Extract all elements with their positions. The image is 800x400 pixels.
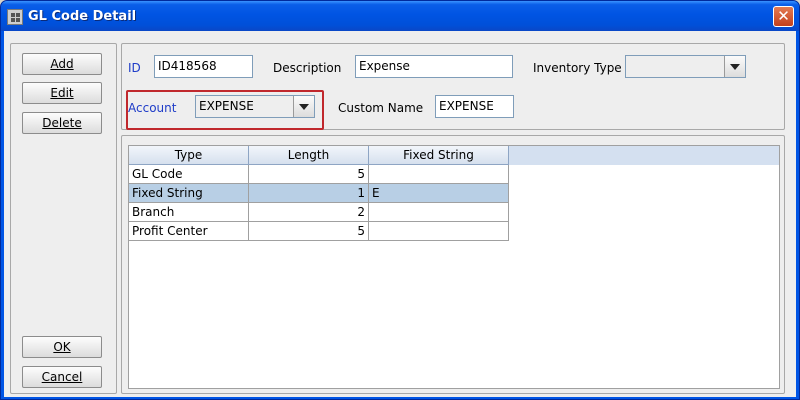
cell-length: 5 [249, 165, 369, 184]
description-label: Description [273, 61, 342, 75]
chevron-down-icon[interactable] [293, 96, 314, 117]
custom-name-label: Custom Name [338, 101, 424, 115]
window-title: GL Code Detail [28, 9, 137, 24]
cancel-button[interactable]: Cancel [22, 366, 102, 388]
dialog-client-area: Add Edit Delete OK Cancel ID ID418568 De… [4, 31, 796, 397]
custom-name-field[interactable]: EXPENSE [435, 95, 514, 118]
delete-button[interactable]: Delete [22, 112, 102, 134]
chevron-down-icon[interactable] [724, 56, 745, 77]
cell-type: Profit Center [129, 222, 249, 241]
inventory-type-label: Inventory Type [533, 61, 622, 75]
gl-code-form: ID ID418568 Description Expense Inventor… [121, 43, 785, 130]
close-icon: ✕ [777, 7, 790, 25]
column-header-length[interactable]: Length [249, 146, 369, 165]
account-label: Account [128, 101, 177, 115]
cell-fixed-string [369, 222, 509, 241]
table-header: Type Length Fixed String [129, 146, 779, 165]
action-button-panel: Add Edit Delete OK Cancel [10, 43, 117, 394]
id-field[interactable]: ID418568 [154, 55, 253, 78]
account-dropdown[interactable]: EXPENSE [195, 95, 315, 118]
table-row[interactable]: Fixed String 1 E [129, 184, 509, 203]
add-button[interactable]: Add [22, 53, 102, 75]
close-button[interactable]: ✕ [773, 6, 794, 27]
column-header-type[interactable]: Type [129, 146, 249, 165]
cell-type: Fixed String [129, 184, 249, 203]
segment-table-panel: Type Length Fixed String GL Code 5 Fixed… [121, 135, 785, 394]
gl-code-detail-window: GL Code Detail ✕ Add Edit Delete OK Canc… [0, 0, 800, 400]
cell-type: GL Code [129, 165, 249, 184]
edit-button-label: Edit [50, 86, 74, 100]
cell-length: 1 [249, 184, 369, 203]
account-value: EXPENSE [199, 99, 254, 113]
cell-type: Branch [129, 203, 249, 222]
cell-length: 2 [249, 203, 369, 222]
table-row[interactable]: GL Code 5 [129, 165, 509, 184]
inventory-type-dropdown[interactable] [625, 55, 746, 78]
id-label: ID [128, 61, 141, 75]
ok-button[interactable]: OK [22, 336, 102, 358]
cell-fixed-string: E [369, 184, 509, 203]
cell-fixed-string [369, 203, 509, 222]
description-field[interactable]: Expense [355, 55, 513, 78]
title-bar[interactable]: GL Code Detail ✕ [1, 1, 799, 31]
table-row[interactable]: Branch 2 [129, 203, 509, 222]
segment-table: Type Length Fixed String GL Code 5 Fixed… [128, 145, 780, 389]
cancel-button-label: Cancel [41, 370, 83, 384]
delete-button-label: Delete [42, 116, 82, 130]
cell-fixed-string [369, 165, 509, 184]
column-header-fixed-string[interactable]: Fixed String [369, 146, 509, 165]
window-icon [7, 9, 23, 25]
add-button-label: Add [50, 57, 74, 71]
cell-length: 5 [249, 222, 369, 241]
ok-button-label: OK [53, 340, 71, 354]
table-row[interactable]: Profit Center 5 [129, 222, 509, 241]
edit-button[interactable]: Edit [22, 82, 102, 104]
